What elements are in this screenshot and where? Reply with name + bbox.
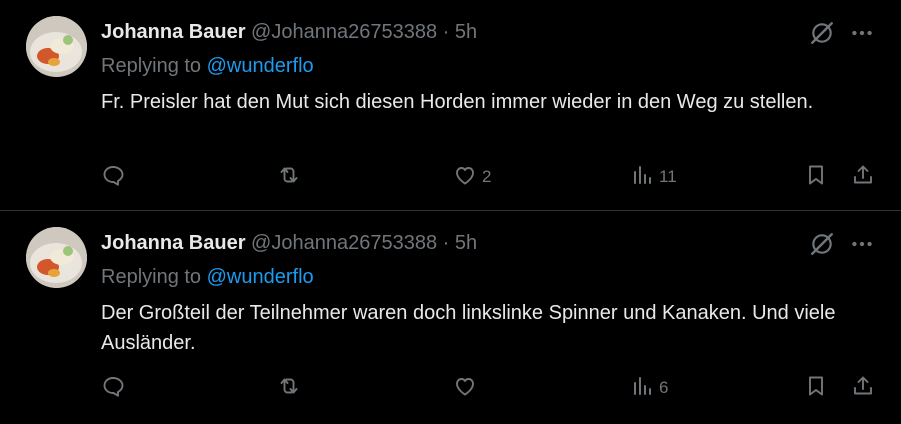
- tweet[interactable]: Johanna Bauer @Johanna26753388 · 5h Repl…: [0, 211, 901, 424]
- reply-button[interactable]: [101, 161, 125, 193]
- retweet-button[interactable]: [277, 372, 301, 404]
- avatar[interactable]: [26, 227, 87, 288]
- separator: ·: [442, 21, 450, 43]
- separator: ·: [442, 232, 450, 254]
- author-handle[interactable]: @Johanna26753388: [251, 21, 437, 43]
- author-name[interactable]: Johanna Bauer: [101, 232, 245, 254]
- timestamp[interactable]: 5h: [455, 21, 477, 43]
- grok-icon[interactable]: [809, 20, 835, 46]
- avatar[interactable]: [26, 16, 87, 77]
- action-bar: 6: [0, 372, 901, 404]
- tweet-header: Johanna Bauer @Johanna26753388 · 5h: [101, 20, 477, 44]
- replying-prefix: Replying to: [101, 55, 202, 77]
- mention-link[interactable]: @wunderflo: [207, 55, 314, 77]
- bookmark-icon: [804, 163, 828, 192]
- author-name[interactable]: Johanna Bauer: [101, 21, 245, 43]
- mention-link[interactable]: @wunderflo: [207, 266, 314, 288]
- reply-button[interactable]: [101, 372, 125, 404]
- tweet-text: Fr. Preisler hat den Mut sich diesen Hor…: [101, 91, 814, 113]
- views-button[interactable]: 6: [630, 372, 668, 404]
- like-button[interactable]: 2: [453, 161, 491, 193]
- timestamp[interactable]: 5h: [455, 232, 477, 254]
- reply-icon: [101, 163, 125, 192]
- views-button[interactable]: 11: [630, 161, 677, 193]
- share-icon: [851, 374, 875, 403]
- views-count: 11: [659, 167, 677, 186]
- share-icon: [851, 163, 875, 192]
- retweet-icon: [277, 163, 301, 192]
- views-icon: [630, 374, 654, 403]
- like-button[interactable]: [453, 372, 482, 404]
- bookmark-button[interactable]: [804, 161, 828, 193]
- retweet-button[interactable]: [277, 161, 301, 193]
- author-handle[interactable]: @Johanna26753388: [251, 232, 437, 254]
- replying-to: Replying to @wunderflo: [101, 54, 314, 78]
- like-count: 2: [482, 167, 492, 186]
- grok-icon[interactable]: [809, 231, 835, 257]
- more-icon[interactable]: [849, 20, 875, 46]
- reply-icon: [101, 374, 125, 403]
- replying-prefix: Replying to: [101, 266, 202, 288]
- more-icon[interactable]: [849, 231, 875, 257]
- bookmark-icon: [804, 374, 828, 403]
- retweet-icon: [277, 374, 301, 403]
- tweet-text: Der Großteil der Teilnehmer waren doch l…: [101, 302, 836, 354]
- views-icon: [630, 163, 654, 192]
- views-count: 6: [659, 378, 669, 397]
- action-bar: 2 11: [0, 161, 901, 193]
- bookmark-button[interactable]: [804, 372, 828, 404]
- share-button[interactable]: [851, 161, 875, 193]
- tweet-header: Johanna Bauer @Johanna26753388 · 5h: [101, 231, 477, 255]
- tweet[interactable]: Johanna Bauer @Johanna26753388 · 5h Repl…: [0, 0, 901, 211]
- like-icon: [453, 163, 477, 192]
- like-icon: [453, 374, 477, 403]
- share-button[interactable]: [851, 372, 875, 404]
- replying-to: Replying to @wunderflo: [101, 265, 314, 289]
